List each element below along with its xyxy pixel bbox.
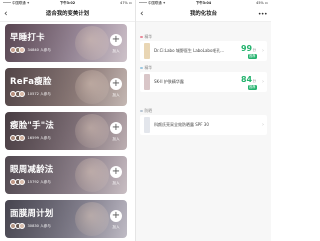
product-row[interactable]: Dr.Ci:Labo 城野医生 LaboLabo毛孔... 99分 推荐 › [140, 41, 267, 61]
avatar [19, 47, 25, 53]
join-plus-button[interactable]: + [110, 78, 122, 90]
recommend-badge: 推荐 [247, 85, 257, 90]
plan-name: ReFa瘦脸 [10, 77, 52, 87]
participants-row: 34840 人参与 [10, 47, 51, 53]
status-time: 下午3:04 [195, 1, 212, 5]
plan-card-refa[interactable]: ReFa瘦脸 10572 人参与 + 加入 [5, 68, 127, 106]
product-score: 99分 [240, 44, 256, 53]
participant-count: 30830 人参与 [27, 223, 51, 228]
product-row[interactable]: 科颜氏亮采全效防晒露 SPF 30 › [140, 115, 267, 135]
battery-indicator: 45% ▭ [256, 1, 268, 5]
plan-card-mask-week[interactable]: 面膜周计划 30830 人参与 + 加入 [5, 200, 127, 238]
participant-count: 15792 人参与 [27, 179, 51, 184]
page-title: 我的化妆台 [190, 11, 217, 17]
avatar [19, 179, 25, 185]
category-dot-icon [140, 66, 143, 70]
participant-count: 10572 人参与 [27, 91, 51, 96]
left-screen: •••• 中国联通 ✦ 下午3:02 47% ▭ ‹ 适合我的变美计划 早睡打卡… [0, 0, 135, 241]
join-plus-button[interactable]: + [110, 34, 122, 46]
plan-name: 瘦脸"手"法 [10, 121, 55, 131]
recommend-badge: 推荐 [247, 54, 257, 59]
more-dots-icon[interactable]: ••• [258, 7, 268, 22]
section-label: 精华 [140, 65, 152, 71]
page-title: 适合我的变美计划 [45, 11, 90, 17]
product-score: 84分 [240, 75, 256, 84]
nav-bar: ‹ 我的化妆台 ••• [136, 7, 271, 22]
avatar [19, 135, 25, 141]
participants-row: 10572 人参与 [10, 91, 51, 97]
avatar [19, 223, 25, 229]
status-bar: •••• 中国联通 ✦ 下午3:04 45% ▭ [136, 0, 271, 7]
status-bar: •••• 中国联通 ✦ 下午3:02 47% ▭ [0, 0, 135, 7]
product-thumbnail [144, 43, 150, 59]
participant-count: 34840 人参与 [27, 47, 51, 52]
category-dot-icon [140, 35, 143, 39]
section-label: 防晒 [140, 108, 152, 114]
chevron-right-icon: › [262, 48, 264, 54]
right-screen: •••• 中国联通 ✦ 下午3:04 45% ▭ ‹ 我的化妆台 ••• 精华 … [136, 0, 271, 241]
join-plus-button[interactable]: + [110, 166, 122, 178]
plan-card-eye-care[interactable]: 眼周减龄法 15792 人参与 + 加入 [5, 156, 127, 194]
category-dot-icon [140, 109, 143, 113]
join-label[interactable]: 加入 [110, 181, 122, 186]
chevron-right-icon: › [262, 79, 264, 85]
participants-row: 30830 人参与 [10, 223, 51, 229]
join-plus-button[interactable]: + [110, 210, 122, 222]
plan-card-early-sleep[interactable]: 早睡打卡 34840 人参与 + 加入 [5, 24, 127, 62]
battery-indicator: 47% ▭ [120, 1, 132, 5]
join-label[interactable]: 加入 [110, 225, 122, 230]
participants-row: 15792 人参与 [10, 179, 51, 185]
product-name: SK-II 护肤精华露 [154, 79, 184, 84]
product-name: 科颜氏亮采全效防晒露 SPF 30 [154, 122, 209, 127]
product-thumbnail [144, 74, 150, 90]
join-label[interactable]: 加入 [110, 49, 122, 54]
join-label[interactable]: 加入 [110, 93, 122, 98]
participants-row: 16599 人参与 [10, 135, 51, 141]
plan-name: 早睡打卡 [10, 33, 45, 43]
product-name: Dr.Ci:Labo 城野医生 LaboLabo毛孔... [154, 48, 225, 53]
participant-count: 16599 人参与 [27, 135, 51, 140]
status-time: 下午3:02 [59, 1, 76, 5]
nav-bar: ‹ 适合我的变美计划 [0, 7, 135, 22]
join-plus-button[interactable]: + [110, 122, 122, 134]
plan-list: 早睡打卡 34840 人参与 + 加入 ReFa瘦脸 10572 人参与 + 加… [5, 24, 127, 241]
plan-name: 眼周减龄法 [10, 165, 54, 175]
plan-card-face-massage[interactable]: 瘦脸"手"法 16599 人参与 + 加入 [5, 112, 127, 150]
avatar [19, 91, 25, 97]
join-label[interactable]: 加入 [110, 137, 122, 142]
plan-name: 面膜周计划 [10, 209, 54, 219]
product-thumbnail [144, 117, 150, 133]
chevron-right-icon: › [262, 122, 264, 128]
product-row[interactable]: SK-II 护肤精华露 84分 推荐 › [140, 72, 267, 92]
section-label: 精华 [140, 34, 152, 40]
